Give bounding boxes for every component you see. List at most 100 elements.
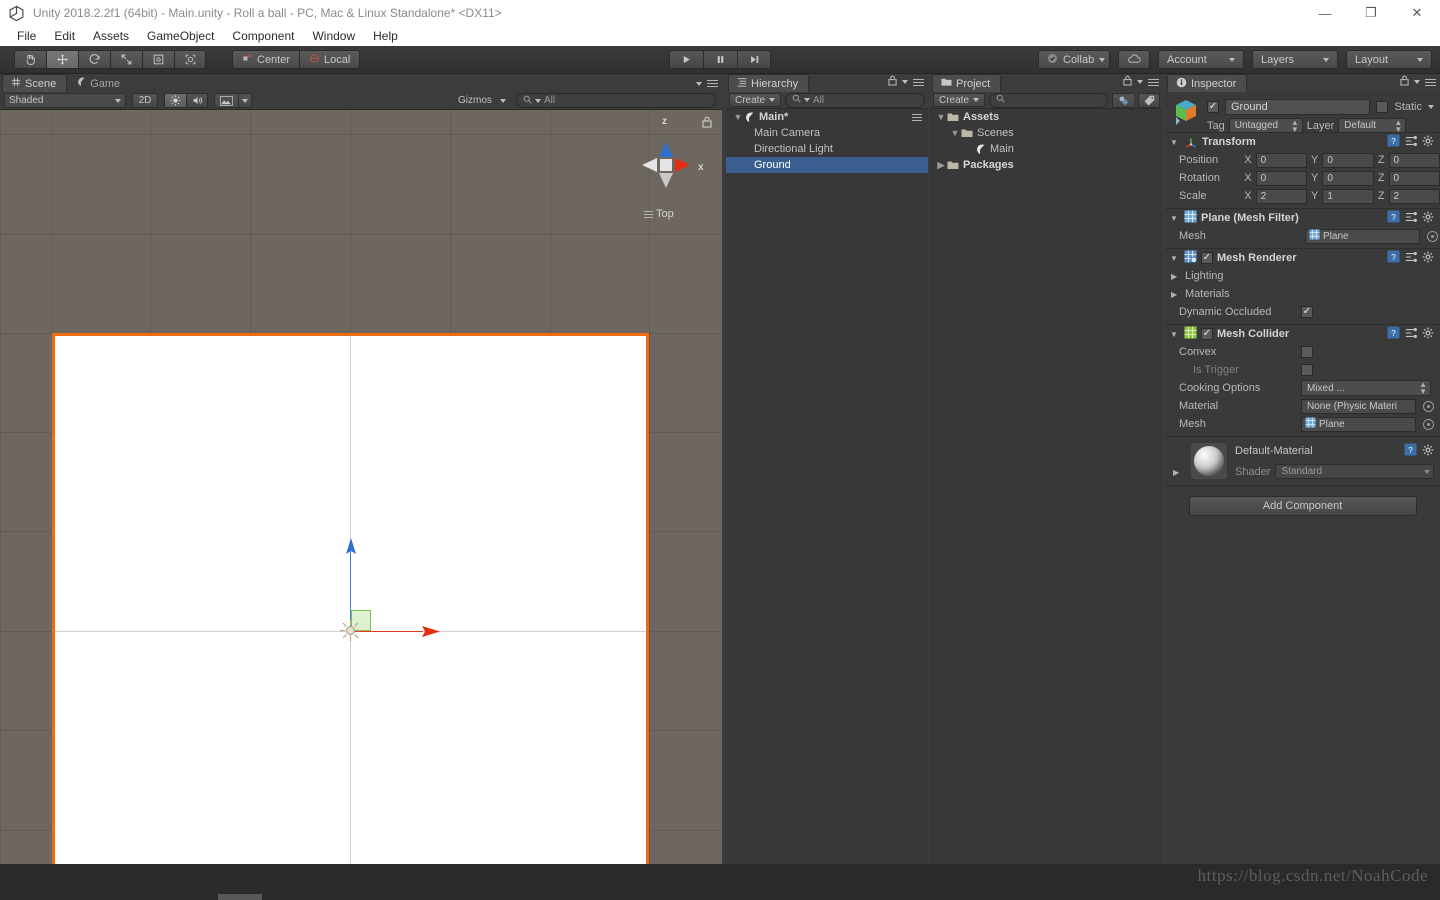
chevron-down-icon[interactable]: ▼: [732, 112, 744, 122]
panel-menu-icon[interactable]: [1425, 77, 1436, 88]
mesh-renderer-lighting-foldout[interactable]: ▶ Lighting: [1165, 267, 1440, 285]
preset-icon[interactable]: [1405, 251, 1417, 266]
rotation-y-input[interactable]: 0: [1322, 170, 1374, 186]
project-item-packages[interactable]: ▶ Packages: [930, 157, 1163, 173]
project-create-button[interactable]: Create: [933, 93, 986, 107]
preset-icon[interactable]: [1405, 135, 1417, 150]
scale-x-input[interactable]: 2: [1255, 188, 1308, 204]
gear-icon[interactable]: [1422, 327, 1434, 342]
transform-tool-button[interactable]: [174, 50, 206, 69]
panel-menu-icon[interactable]: [707, 78, 718, 89]
layout-button[interactable]: Layout: [1346, 50, 1432, 69]
collab-button[interactable]: Collab: [1038, 50, 1110, 69]
hierarchy-search-input[interactable]: All: [785, 92, 925, 108]
menu-file[interactable]: File: [8, 26, 45, 46]
gear-icon[interactable]: [1422, 444, 1434, 459]
mesh-collider-enabled-checkbox[interactable]: ✓: [1201, 328, 1213, 340]
chevron-down-icon[interactable]: [1428, 105, 1434, 109]
layers-button[interactable]: Layers: [1252, 50, 1338, 69]
tab-project[interactable]: Project: [932, 74, 1002, 92]
mesh-object-field[interactable]: Plane: [1305, 228, 1420, 244]
help-icon[interactable]: ?: [1404, 443, 1417, 459]
rotate-tool-button[interactable]: [78, 50, 110, 69]
scene-effects-toggle[interactable]: [214, 93, 238, 108]
project-item-scenes[interactable]: ▼ Scenes: [930, 125, 1163, 141]
object-active-checkbox[interactable]: ✓: [1207, 101, 1219, 113]
add-component-button[interactable]: Add Component: [1188, 496, 1417, 516]
inspector-tab-menu[interactable]: [1400, 75, 1436, 89]
panel-menu-icon[interactable]: [913, 77, 924, 88]
shader-dropdown[interactable]: Standard: [1275, 464, 1434, 479]
close-button[interactable]: ✕: [1394, 0, 1440, 26]
panel-menu-icon[interactable]: [1148, 77, 1159, 88]
mesh-renderer-enabled-checkbox[interactable]: ✓: [1201, 252, 1213, 264]
hierarchy-item-ground[interactable]: Ground: [726, 157, 928, 173]
chevron-down-icon[interactable]: ▼: [1170, 214, 1180, 223]
scene-viewport[interactable]: z x Top: [0, 110, 722, 864]
gizmo-x-arrow-icon[interactable]: [418, 624, 440, 642]
scene-view-mode-label[interactable]: Top: [644, 208, 674, 220]
menu-assets[interactable]: Assets: [84, 26, 138, 46]
tab-game[interactable]: Game: [67, 74, 131, 92]
help-icon[interactable]: ?: [1387, 326, 1400, 342]
gizmo-y-arrow-icon[interactable]: [344, 538, 358, 561]
scale-z-input[interactable]: 2: [1388, 188, 1440, 204]
rotation-z-input[interactable]: 0: [1388, 170, 1440, 186]
rect-tool-button[interactable]: [142, 50, 174, 69]
chevron-down-icon[interactable]: ▼: [1170, 254, 1180, 263]
menu-edit[interactable]: Edit: [45, 26, 84, 46]
help-icon[interactable]: ?: [1387, 210, 1400, 226]
pivot-rotation-button[interactable]: Local: [299, 50, 361, 69]
static-checkbox[interactable]: ✓: [1376, 101, 1389, 113]
project-lock-icon[interactable]: [1123, 75, 1132, 89]
mesh-collider-header[interactable]: ▼ ✓ Mesh Collider ?: [1165, 325, 1440, 343]
scale-y-input[interactable]: 1: [1322, 188, 1374, 204]
project-filter-label-button[interactable]: [1138, 92, 1160, 108]
gear-icon[interactable]: [1422, 211, 1434, 226]
menu-window[interactable]: Window: [303, 26, 364, 46]
convex-checkbox[interactable]: ✓: [1301, 346, 1313, 358]
layer-dropdown[interactable]: Default ▲ ▼: [1338, 118, 1407, 133]
hierarchy-item-main-camera[interactable]: Main Camera: [726, 125, 928, 141]
cloud-button[interactable]: [1118, 50, 1150, 69]
scene-effects-dropdown[interactable]: [238, 93, 252, 108]
pivot-mode-button[interactable]: Center: [232, 50, 300, 69]
hierarchy-tab-menu[interactable]: [888, 75, 924, 89]
chevron-down-icon[interactable]: ▼: [1170, 138, 1180, 147]
gear-icon[interactable]: [1422, 251, 1434, 266]
scene-search-input[interactable]: All: [516, 93, 716, 108]
menu-gameobject[interactable]: GameObject: [138, 26, 223, 46]
gizmo-center-handle[interactable]: [339, 619, 362, 645]
draw-mode-dropdown[interactable]: Shaded: [4, 93, 126, 108]
rotation-x-input[interactable]: 0: [1255, 170, 1308, 186]
hand-tool-button[interactable]: [14, 50, 46, 69]
tab-scene[interactable]: Scene: [2, 74, 68, 92]
menu-help[interactable]: Help: [364, 26, 407, 46]
project-search-input[interactable]: [989, 92, 1108, 108]
minimize-button[interactable]: —: [1302, 0, 1348, 26]
preset-icon[interactable]: [1405, 327, 1417, 342]
hierarchy-create-button[interactable]: Create: [729, 93, 782, 107]
account-button[interactable]: Account: [1158, 50, 1244, 69]
project-item-main-scene[interactable]: Main: [930, 141, 1163, 157]
cooking-options-dropdown[interactable]: Mixed ... ▲ ▼: [1301, 380, 1431, 396]
gear-icon[interactable]: [1422, 135, 1434, 150]
collider-mesh-object-field[interactable]: Plane: [1301, 416, 1416, 432]
help-icon[interactable]: ?: [1387, 134, 1400, 150]
position-y-input[interactable]: 0: [1322, 152, 1374, 168]
chevron-down-icon[interactable]: ▼: [1170, 330, 1180, 339]
gizmos-dropdown[interactable]: Gizmos: [453, 93, 511, 108]
transform-header[interactable]: ▼ Transform ?: [1165, 133, 1440, 151]
hierarchy-lock-icon[interactable]: [888, 75, 897, 89]
mesh-filter-header[interactable]: ▼ Plane (Mesh Filter) ?: [1165, 209, 1440, 227]
tab-inspector[interactable]: Inspector: [1167, 74, 1248, 92]
maximize-button[interactable]: ❐: [1348, 0, 1394, 26]
scene-view-axis-gizmo[interactable]: z x Top: [624, 112, 714, 227]
chevron-right-icon[interactable]: ▶: [1171, 272, 1181, 281]
menu-component[interactable]: Component: [223, 26, 303, 46]
project-tab-menu[interactable]: [1123, 75, 1159, 89]
dynamic-occluded-checkbox[interactable]: ✓: [1301, 306, 1313, 318]
scene-context-menu-icon[interactable]: [912, 112, 922, 123]
chevron-right-icon[interactable]: ▶: [1173, 468, 1183, 477]
preset-icon[interactable]: [1405, 211, 1417, 226]
